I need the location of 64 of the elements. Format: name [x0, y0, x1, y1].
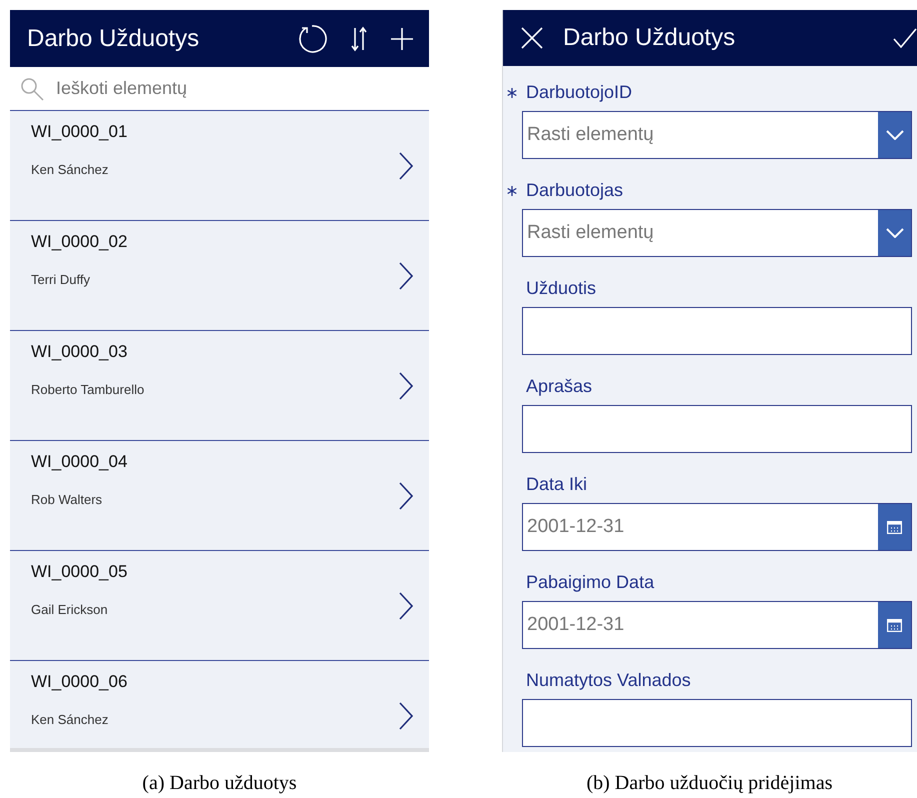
- field-label: Užduotis: [526, 278, 596, 299]
- item-title: WI_0000_06: [31, 672, 128, 692]
- field-label: DarbuotojoID: [526, 82, 632, 103]
- dropdown-field[interactable]: Rasti elementų: [522, 111, 912, 159]
- calendar-button[interactable]: [878, 602, 911, 648]
- item-subtitle: Ken Sánchez: [31, 162, 110, 177]
- figure-caption: (a) Darbo užduotys: [141, 772, 298, 795]
- refresh-icon[interactable]: [297, 24, 327, 54]
- field-label: Data Iki: [526, 474, 588, 495]
- field-label: Aprašas: [526, 376, 592, 397]
- screen-title: Darbo Užduotys: [27, 24, 200, 52]
- input-field[interactable]: [522, 405, 912, 453]
- search-field[interactable]: Ieškoti elementų: [10, 67, 429, 111]
- input-field[interactable]: [522, 699, 912, 747]
- field-label: Darbuotojas: [526, 180, 624, 201]
- item-title: WI_0000_01: [31, 122, 128, 142]
- add-icon[interactable]: [391, 28, 413, 50]
- field-label: Pabaigimo Data: [526, 572, 654, 593]
- list-item[interactable]: WI_0000_01 Ken Sánchez: [10, 111, 429, 221]
- search-placeholder: Ieškoti elementų: [56, 78, 188, 99]
- date-field[interactable]: 2001-12-31: [522, 601, 912, 649]
- calendar-button[interactable]: [878, 504, 911, 550]
- item-title: WI_0000_05: [31, 562, 128, 582]
- item-title: WI_0000_04: [31, 452, 128, 472]
- chevron-right-icon[interactable]: [399, 372, 413, 400]
- figure-caption: (b) Darbo užduočių pridėjimas: [585, 772, 834, 795]
- chevron-right-icon[interactable]: [399, 152, 413, 180]
- required-icon: [507, 186, 517, 196]
- list-item[interactable]: WI_0000_05 Gail Erickson: [10, 551, 429, 661]
- required-icon: [507, 88, 517, 98]
- date-value: 2001-12-31: [526, 613, 626, 637]
- item-subtitle: Gail Erickson: [31, 602, 109, 617]
- dropdown-placeholder: Rasti elementų: [526, 221, 655, 245]
- checkmark-icon[interactable]: [893, 28, 917, 48]
- dropdown-field[interactable]: Rasti elementų: [522, 209, 912, 257]
- date-field[interactable]: 2001-12-31: [522, 503, 912, 551]
- date-value: 2001-12-31: [526, 515, 626, 539]
- dropdown-button[interactable]: [878, 112, 911, 158]
- search-icon: [20, 76, 44, 100]
- calendar-icon: [887, 520, 902, 534]
- chevron-right-icon[interactable]: [399, 262, 413, 290]
- item-title: WI_0000_03: [31, 342, 128, 362]
- chevron-right-icon[interactable]: [399, 592, 413, 620]
- chevron-right-icon[interactable]: [399, 482, 413, 510]
- list-item[interactable]: WI_0000_02 Terri Duffy: [10, 221, 429, 331]
- item-title: WI_0000_02: [31, 232, 128, 252]
- input-field[interactable]: [522, 307, 912, 355]
- chevron-right-icon[interactable]: [399, 702, 413, 730]
- sort-icon[interactable]: [351, 26, 367, 52]
- item-subtitle: Roberto Tamburello: [31, 382, 146, 397]
- item-subtitle: Ken Sánchez: [31, 712, 110, 727]
- calendar-icon: [887, 618, 902, 632]
- chevron-down-icon: [886, 228, 904, 238]
- dropdown-placeholder: Rasti elementų: [526, 123, 655, 147]
- list-item[interactable]: WI_0000_04 Rob Walters: [10, 441, 429, 551]
- item-subtitle: Terri Duffy: [31, 272, 91, 287]
- list-item[interactable]: WI_0000_06 Ken Sánchez: [10, 661, 429, 748]
- item-subtitle: Rob Walters: [31, 492, 104, 507]
- screen-title: Darbo Užduotys: [563, 24, 736, 52]
- close-icon[interactable]: [521, 27, 543, 49]
- dropdown-button[interactable]: [878, 210, 911, 256]
- chevron-down-icon: [886, 130, 904, 140]
- list-item[interactable]: WI_0000_03 Roberto Tamburello: [10, 331, 429, 441]
- field-label: Numatytos Valnados: [526, 670, 691, 691]
